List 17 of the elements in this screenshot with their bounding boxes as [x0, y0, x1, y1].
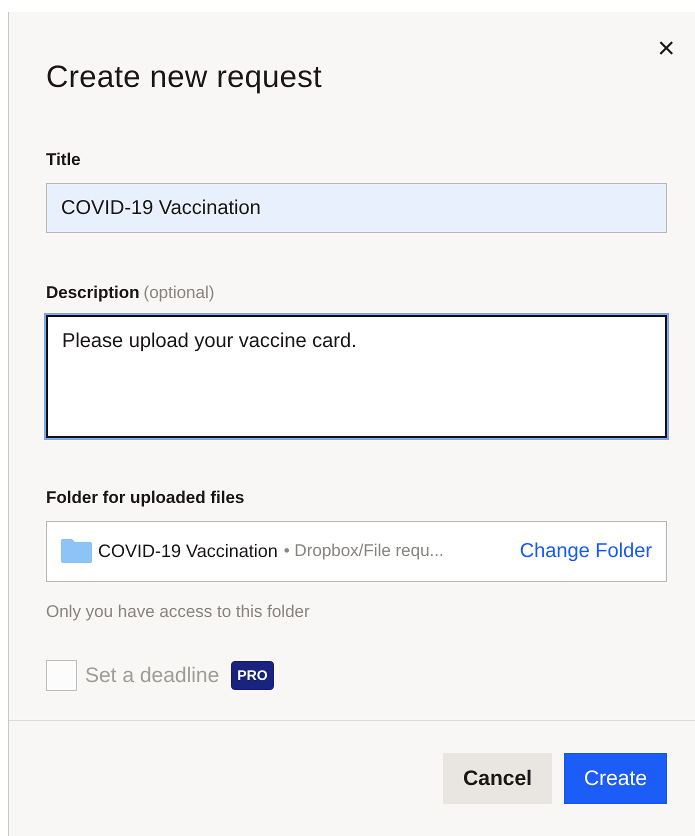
- optional-note: (optional): [144, 282, 214, 304]
- create-button[interactable]: Create: [564, 752, 667, 804]
- title-input[interactable]: COVID-19 Vaccination: [46, 182, 667, 233]
- cancel-button[interactable]: Cancel: [443, 752, 552, 804]
- deadline-label: Set a deadline: [85, 663, 220, 690]
- folder-hint: Only you have access to this folder: [46, 600, 311, 623]
- pro-badge: PRO: [231, 661, 274, 690]
- change-folder-link[interactable]: Change Folder: [520, 536, 652, 566]
- field-label: Folder for uploaded files: [46, 487, 246, 510]
- field-label: Description: [46, 282, 140, 304]
- description-textarea[interactable]: Please upload your vaccine card.: [46, 315, 667, 438]
- folder-path: • Dropbox/File requ...: [284, 540, 444, 562]
- close-button[interactable]: ×: [653, 34, 679, 64]
- field-label: Title: [46, 149, 82, 172]
- folder-icon: [61, 539, 92, 564]
- dialog-title: Create new request: [46, 58, 323, 96]
- folder-name: COVID-19 Vaccination: [98, 540, 278, 563]
